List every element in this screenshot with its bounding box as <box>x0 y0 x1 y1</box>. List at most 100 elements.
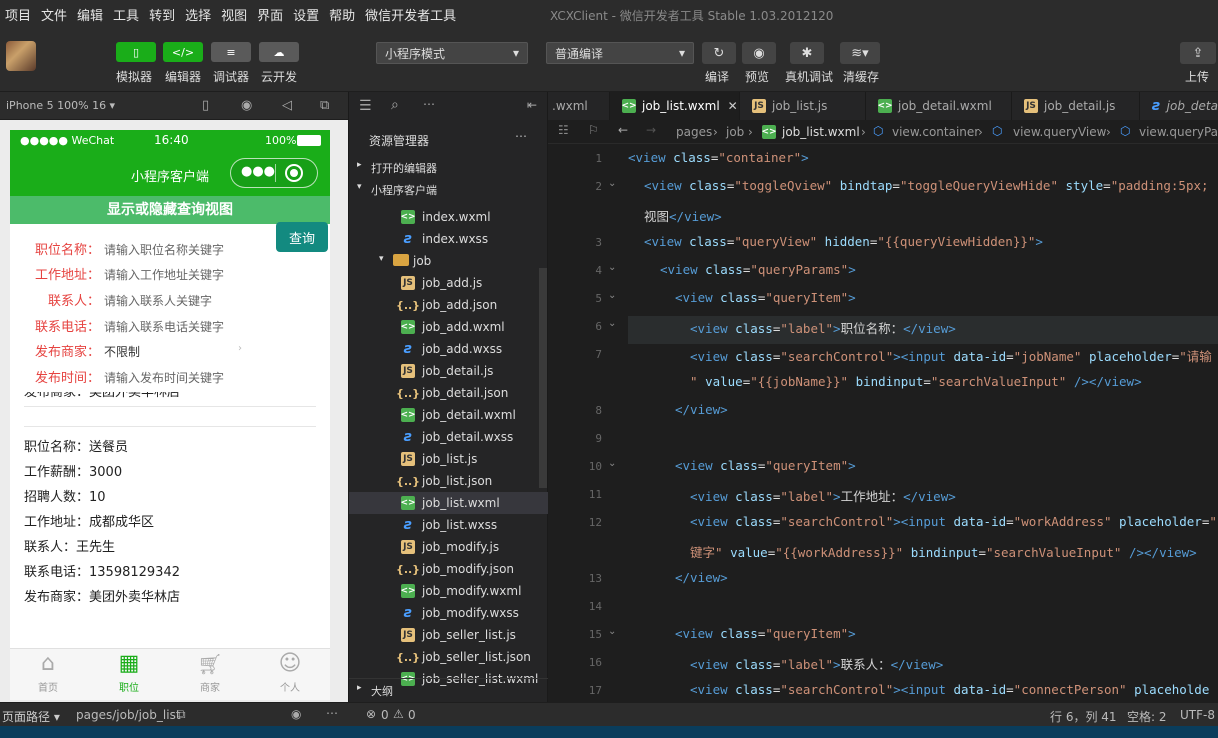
simulator-button[interactable]: ▯ <box>116 42 156 62</box>
copy-icon[interactable]: ⧉ <box>177 707 186 722</box>
query-button[interactable]: 查询 <box>276 222 328 252</box>
file-item[interactable]: <> job_add.wxml <box>349 316 549 338</box>
preview-button[interactable]: ◉ <box>742 42 776 64</box>
cursor-position[interactable]: 行 6，列 41 <box>1050 708 1117 725</box>
file-item[interactable]: JS job_list.js <box>349 448 549 470</box>
tab-home[interactable]: ⌂ 首页 <box>18 651 78 694</box>
error-icon[interactable]: ⊗ <box>366 707 376 721</box>
page-path-label[interactable]: 页面路径 ▾ <box>2 708 60 725</box>
forward-icon[interactable]: → <box>646 123 656 137</box>
capsule-menu[interactable]: ●●● <box>230 158 318 188</box>
file-item[interactable]: {..} job_add.json <box>349 294 549 316</box>
more-icon[interactable]: ⋯ <box>423 97 435 111</box>
popout-icon[interactable]: ⧉ <box>320 98 329 113</box>
record-icon[interactable]: ◉ <box>241 98 252 113</box>
file-item[interactable]: ƨ job_modify.wxss <box>349 602 549 624</box>
file-item[interactable]: JS job_add.js <box>349 272 549 294</box>
file-item[interactable]: {..} job_list.json <box>349 470 549 492</box>
folder-item[interactable]: ▾ job <box>349 250 549 272</box>
tab-wxml[interactable]: .wxml <box>548 92 610 120</box>
file-item[interactable]: JS job_detail.js <box>349 360 549 382</box>
tab-profile[interactable]: ☺ 个人 <box>260 651 320 694</box>
remote-debug-button[interactable]: ✱ <box>790 42 824 64</box>
breadcrumb-item[interactable]: job <box>726 125 744 139</box>
file-item[interactable]: <> job_list.wxml <box>349 492 549 514</box>
search-icon[interactable]: ⌕ <box>391 97 399 113</box>
toggle-query-view[interactable]: 显示或隐藏查询视图 <box>10 196 330 224</box>
compile-button[interactable]: ↻ <box>702 42 736 64</box>
project-section[interactable]: ▾ 小程序客户端 <box>349 178 549 200</box>
job-name-input[interactable]: 请输入职位名称关键字 <box>104 241 224 258</box>
file-item[interactable]: JS job_seller_list.js <box>349 624 549 646</box>
tab-job-detail-js[interactable]: JS job_detail.js <box>1012 92 1140 120</box>
editor-button[interactable]: </> <box>163 42 203 62</box>
file-item[interactable]: <> job_detail.wxml <box>349 404 549 426</box>
breadcrumb-item[interactable]: view.queryView <box>1013 125 1106 139</box>
back-icon[interactable]: ← <box>618 123 628 137</box>
fold-icon[interactable]: ⌄ <box>608 626 616 637</box>
upload-button[interactable]: ⇪ <box>1180 42 1216 64</box>
breadcrumb-item[interactable]: job_list.wxml <box>782 125 860 139</box>
tab-jobs[interactable]: ▦ 职位 <box>99 651 159 694</box>
warning-icon[interactable]: ⚠ <box>393 707 404 721</box>
menu-select[interactable]: 选择 <box>180 5 216 24</box>
close-miniprogram-icon[interactable] <box>285 164 303 182</box>
bookmark-icon[interactable]: ⚐ <box>588 123 599 137</box>
file-item[interactable]: <> job_modify.wxml <box>349 580 549 602</box>
mode-select[interactable]: 小程序模式 ▾ <box>376 42 528 64</box>
list-icon[interactable]: ☰ <box>359 98 372 114</box>
file-item[interactable]: ƨ job_detail.wxss <box>349 426 549 448</box>
fold-icon[interactable]: ⌄ <box>608 262 616 273</box>
contact-person-input[interactable]: 请输入联系人关键字 <box>104 292 212 309</box>
seller-picker[interactable]: 不限制 <box>104 343 140 360</box>
avatar[interactable] <box>6 41 36 71</box>
work-address-input[interactable]: 请输入工作地址关键字 <box>104 266 224 283</box>
eye-icon[interactable]: ◉ <box>291 707 301 721</box>
menu-interface[interactable]: 界面 <box>252 5 288 24</box>
indent-setting[interactable]: 空格: 2 <box>1127 708 1167 725</box>
menu-tools[interactable]: 工具 <box>108 5 144 24</box>
file-item[interactable]: ƨ job_add.wxss <box>349 338 549 360</box>
fold-icon[interactable]: ⌄ <box>608 458 616 469</box>
collapse-icon[interactable]: ⇤ <box>527 98 537 112</box>
code-area[interactable]: 1 2 ⌄ 3 4 ⌄ 5 ⌄ 6 ⌄ 7 8 9 10 ⌄ 11 12 13 14 15 ⌄ 16 17 <view cl… <box>548 144 1218 702</box>
file-item[interactable]: {..} job_detail.json <box>349 382 549 404</box>
fold-icon[interactable]: ⌄ <box>608 290 616 301</box>
menu-settings[interactable]: 设置 <box>288 5 324 24</box>
file-item[interactable]: ƨ job_list.wxss <box>349 514 549 536</box>
publish-time-input[interactable]: 请输入发布时间关键字 <box>104 369 224 386</box>
tab-sellers[interactable]: 🛒︎ 商家 <box>180 651 240 694</box>
encoding[interactable]: UTF-8 <box>1180 708 1215 722</box>
scrollbar[interactable] <box>539 268 547 488</box>
menu-edit[interactable]: 编辑 <box>72 5 108 24</box>
cloud-button[interactable]: ☁ <box>259 42 299 62</box>
tab-job-list-wxml[interactable]: <> job_list.wxml ✕ <box>610 92 740 120</box>
debugger-button[interactable]: ≡ <box>211 42 251 62</box>
more-icon[interactable]: ⋯ <box>515 129 527 143</box>
list-icon[interactable]: ☷ <box>558 123 569 137</box>
menu-view[interactable]: 视图 <box>216 5 252 24</box>
breadcrumb-item[interactable]: view.container <box>892 125 979 139</box>
menu-goto[interactable]: 转到 <box>144 5 180 24</box>
more-icon[interactable]: ●●● <box>241 164 275 179</box>
phone-icon[interactable]: ▯ <box>202 98 209 113</box>
breadcrumb-item[interactable]: view.queryPar <box>1139 125 1218 139</box>
compile-mode-select[interactable]: 普通编译 ▾ <box>546 42 694 64</box>
more-icon[interactable]: ⋯ <box>326 706 338 720</box>
file-item[interactable]: ƨ index.wxss <box>349 228 549 250</box>
menu-project[interactable]: 项目 <box>0 5 36 24</box>
tab-job-list-js[interactable]: JS job_list.js <box>740 92 866 120</box>
menu-wechat-devtools[interactable]: 微信开发者工具 <box>360 5 461 24</box>
file-item[interactable]: {..} job_modify.json <box>349 558 549 580</box>
fold-icon[interactable]: ⌄ <box>608 318 616 329</box>
file-item[interactable]: JS job_modify.js <box>349 536 549 558</box>
file-item[interactable]: <> index.wxml <box>349 206 549 228</box>
volume-icon[interactable]: ◁ <box>282 98 292 113</box>
file-item[interactable]: {..} job_seller_list.json <box>349 646 549 668</box>
close-icon[interactable]: ✕ <box>728 99 738 113</box>
breadcrumb-item[interactable]: pages <box>676 125 712 139</box>
device-select[interactable]: iPhone 5 100% 16 ▾ <box>6 99 115 112</box>
contact-phone-input[interactable]: 请输入联系电话关键字 <box>104 318 224 335</box>
menu-help[interactable]: 帮助 <box>324 5 360 24</box>
menu-file[interactable]: 文件 <box>36 5 72 24</box>
